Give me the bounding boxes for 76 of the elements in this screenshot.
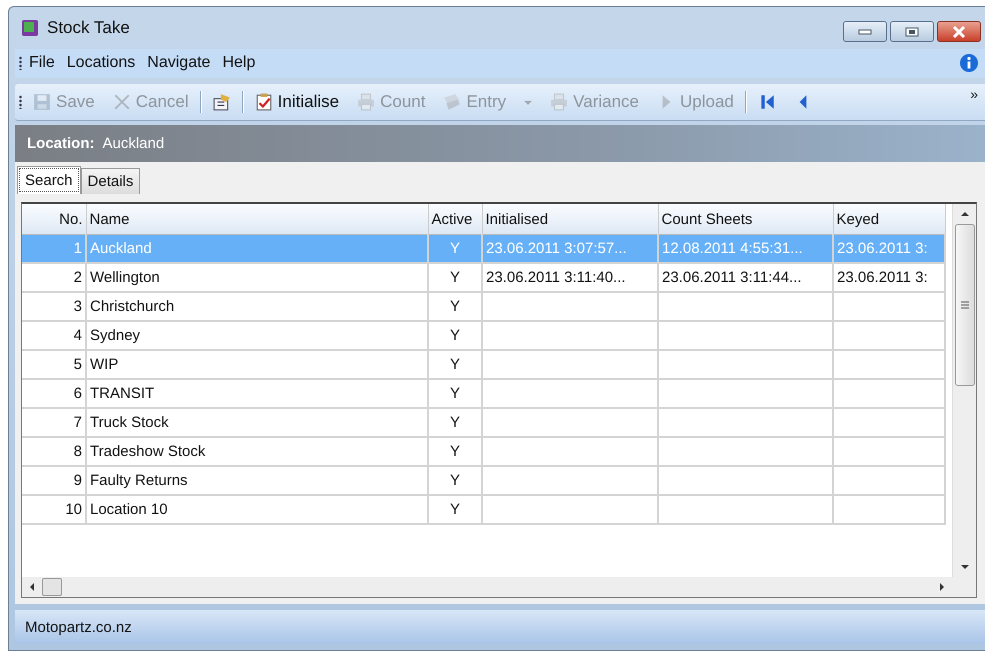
table-cell: Y [428, 234, 482, 264]
info-icon[interactable] [959, 53, 979, 74]
table-cell[interactable]: Faulty Returns [86, 466, 428, 496]
table-cell[interactable]: Location 10 [86, 495, 428, 524]
table-cell: Y [428, 350, 482, 380]
table-cell: 5 [22, 350, 86, 380]
overflow-button[interactable]: » [963, 84, 985, 106]
menu-item[interactable]: File [24, 52, 60, 74]
column-header[interactable]: Initialised [482, 204, 658, 235]
table-cell: 8 [22, 437, 86, 466]
scroll-right-icon[interactable] [938, 583, 946, 592]
scroll-down-icon[interactable] [960, 563, 968, 572]
column-header[interactable]: Name [86, 204, 428, 235]
table-cell: 23.06.2011 3:07:57... [482, 234, 658, 264]
table-cell: Y [428, 408, 482, 438]
menu-item[interactable]: Locations [62, 52, 140, 74]
table-cell[interactable]: WIP [86, 350, 428, 380]
maximize-button[interactable] [890, 21, 934, 42]
scroll-up-icon[interactable] [960, 210, 968, 218]
keyboard-icon [443, 93, 462, 111]
printer-icon [357, 93, 376, 111]
table-cell: 23.06.2011 3: [833, 263, 945, 292]
vertical-scrollbar[interactable] [952, 204, 976, 578]
table-cell: Y [428, 292, 482, 322]
table-cell[interactable]: Sydney [86, 321, 428, 350]
minimize-button[interactable] [843, 21, 887, 42]
minimize-icon [858, 28, 872, 34]
menu-item[interactable]: Help [217, 52, 260, 74]
table-cell: 6 [22, 379, 86, 408]
tab[interactable]: Search [17, 166, 81, 194]
window-title: Stock Take [47, 18, 131, 38]
table-cell: 2 [22, 263, 86, 292]
status-text: Motopartz.co.nz [25, 618, 132, 636]
properties-icon [212, 93, 231, 111]
table-cell[interactable]: Tradeshow Stock [86, 437, 428, 466]
table-cell: Y [428, 495, 482, 524]
table-cell[interactable]: Truck Stock [86, 408, 428, 438]
table-cell: Y [428, 466, 482, 496]
checked-clipboard-icon [254, 93, 273, 111]
table-cell: 4 [22, 321, 86, 350]
cross-icon [112, 93, 131, 111]
toolbar-button[interactable]: Initialise [248, 89, 346, 115]
column-header[interactable]: No. [22, 204, 86, 235]
table-cell[interactable]: Wellington [86, 263, 428, 292]
caret-icon [524, 100, 532, 104]
table-cell[interactable]: TRANSIT [86, 379, 428, 408]
horizontal-scrollbar[interactable] [22, 577, 952, 598]
scroll-thumb[interactable] [954, 224, 974, 386]
scroll-left-icon[interactable] [28, 583, 36, 592]
menu-item[interactable]: Navigate [142, 52, 216, 74]
table-cell: Y [428, 437, 482, 466]
column-header[interactable]: Keyed [833, 204, 945, 235]
column-header[interactable]: Active [428, 204, 482, 235]
table-cell: 7 [22, 408, 86, 438]
table-cell: 23.06.2011 3:11:44... [658, 263, 833, 292]
column-header[interactable]: Count Sheets [658, 204, 833, 235]
table-cell: Y [428, 321, 482, 350]
table-cell: Y [428, 263, 482, 292]
table-cell: 23.06.2011 3:11:40... [482, 263, 658, 292]
table-cell: 1 [22, 234, 86, 264]
table-cell: 3 [22, 292, 86, 322]
table-cell[interactable]: Christchurch [86, 292, 428, 322]
app-icon [21, 18, 39, 37]
close-button[interactable] [937, 21, 981, 42]
table-cell: 23.06.2011 3: [833, 234, 945, 264]
location-value: Auckland [102, 135, 164, 152]
tab[interactable]: Details [80, 168, 140, 194]
table-cell: 10 [22, 495, 86, 524]
close-icon [952, 26, 966, 38]
printer-icon [550, 93, 568, 111]
table-cell: 12.08.2011 4:55:31... [658, 234, 833, 264]
table-cell: 9 [22, 466, 86, 496]
maximize-icon [905, 26, 919, 36]
location-label: Location: [27, 135, 94, 152]
scroll-thumb[interactable] [42, 578, 62, 596]
table-cell: Y [428, 379, 482, 408]
